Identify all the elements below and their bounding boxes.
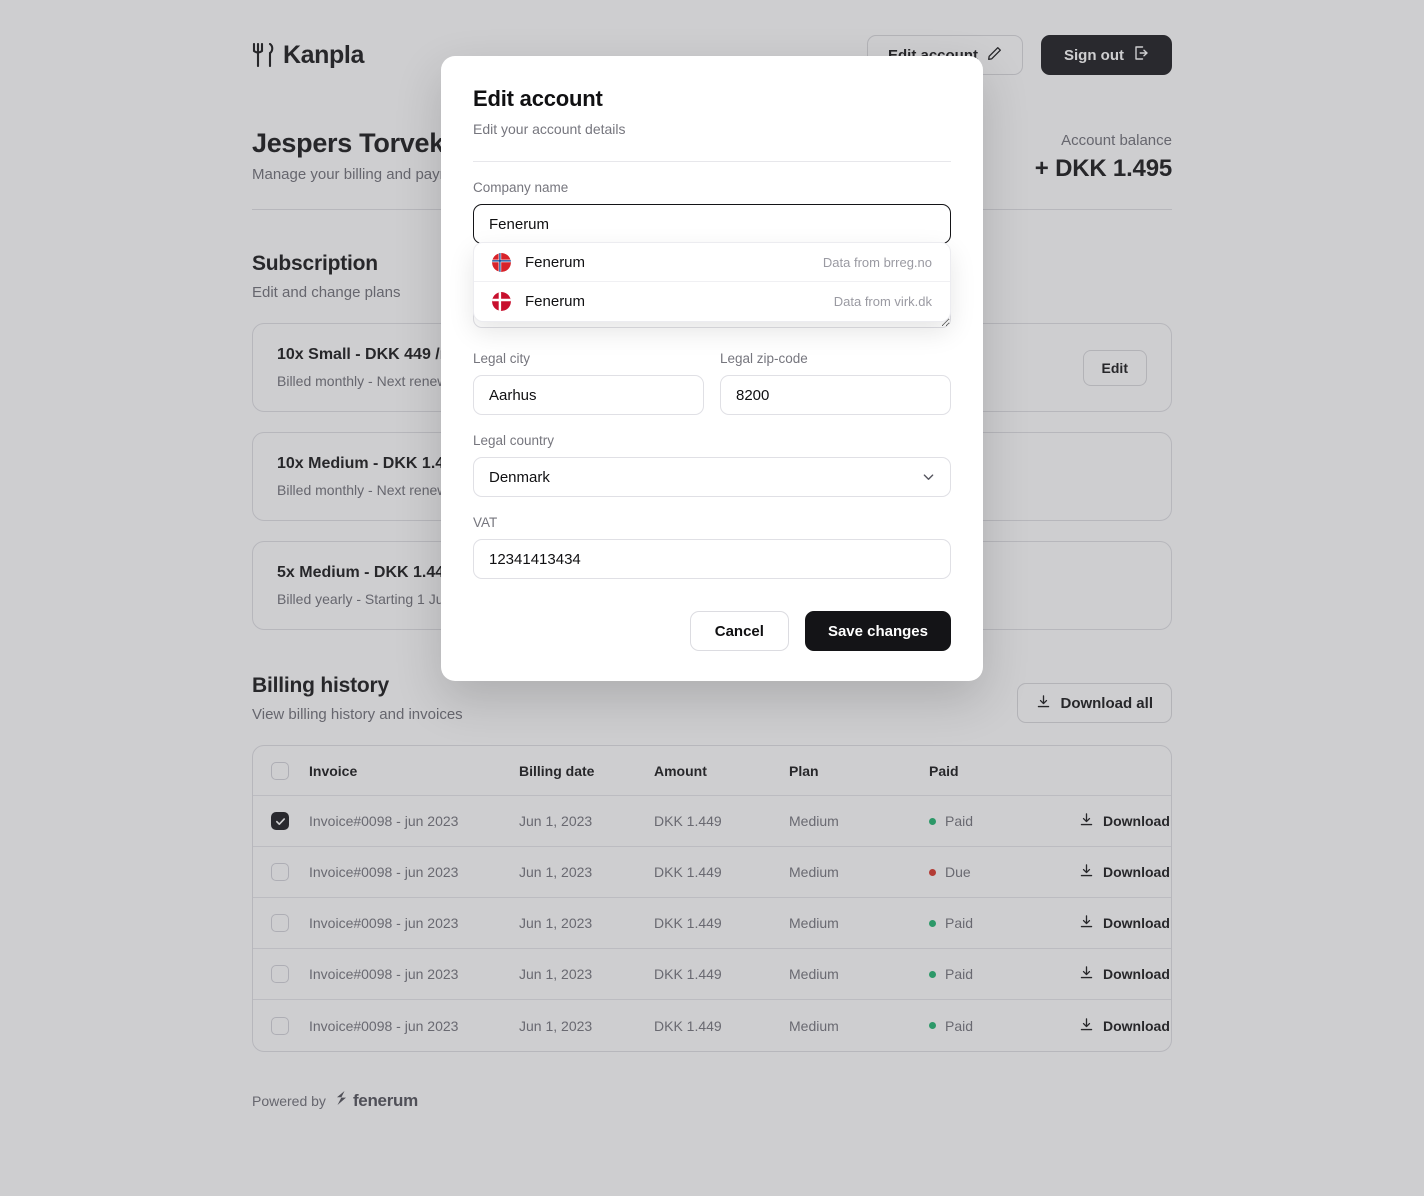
- legal-city-field: Legal city: [473, 351, 704, 415]
- company-suggestion-source: Data from brreg.no: [822, 254, 932, 270]
- cancel-button[interactable]: Cancel: [689, 611, 789, 651]
- legal-zip-label: Legal zip-code: [720, 351, 808, 366]
- legal-country-select[interactable]: [473, 457, 951, 497]
- legal-country-field: Legal country: [473, 433, 951, 497]
- modal-subtitle: Edit your account details: [473, 121, 626, 137]
- modal-divider: [473, 161, 951, 162]
- edit-account-modal: Edit account Edit your account details C…: [441, 56, 983, 681]
- modal-title: Edit account: [473, 86, 603, 111]
- modal-actions: Cancel Save changes: [473, 611, 951, 651]
- denmark-flag-icon: [492, 292, 511, 311]
- legal-zip-field: Legal zip-code: [720, 351, 951, 415]
- legal-country-label: Legal country: [473, 433, 555, 448]
- company-suggestion-item[interactable]: Fenerum Data from virk.dk: [474, 282, 950, 321]
- legal-zip-input[interactable]: [720, 375, 951, 415]
- company-name-input[interactable]: [473, 204, 951, 244]
- legal-city-input[interactable]: [473, 375, 704, 415]
- save-changes-button[interactable]: Save changes: [804, 611, 951, 651]
- company-suggestion-name: Fenerum: [525, 253, 586, 271]
- company-suggestion-source: Data from virk.dk: [833, 294, 932, 309]
- company-name-field: Company name Fenerum Data from brr: [473, 180, 951, 322]
- company-suggestion-name: Fenerum: [525, 293, 586, 310]
- vat-label: VAT: [473, 515, 498, 530]
- city-zip-row: Legal city Legal zip-code: [473, 351, 951, 415]
- vat-field: VAT: [473, 515, 951, 579]
- company-name-label: Company name: [473, 180, 569, 195]
- vat-input[interactable]: [473, 539, 951, 579]
- company-suggestion-item[interactable]: Fenerum Data from brreg.no: [474, 243, 950, 282]
- norway-flag-icon: [492, 252, 511, 272]
- company-suggestions-dropdown: Fenerum Data from brreg.no Fenerum Data …: [473, 242, 951, 322]
- legal-city-label: Legal city: [473, 351, 531, 366]
- app-root: Kanpla Edit account Sign out Jespers Tor…: [0, 0, 1424, 1196]
